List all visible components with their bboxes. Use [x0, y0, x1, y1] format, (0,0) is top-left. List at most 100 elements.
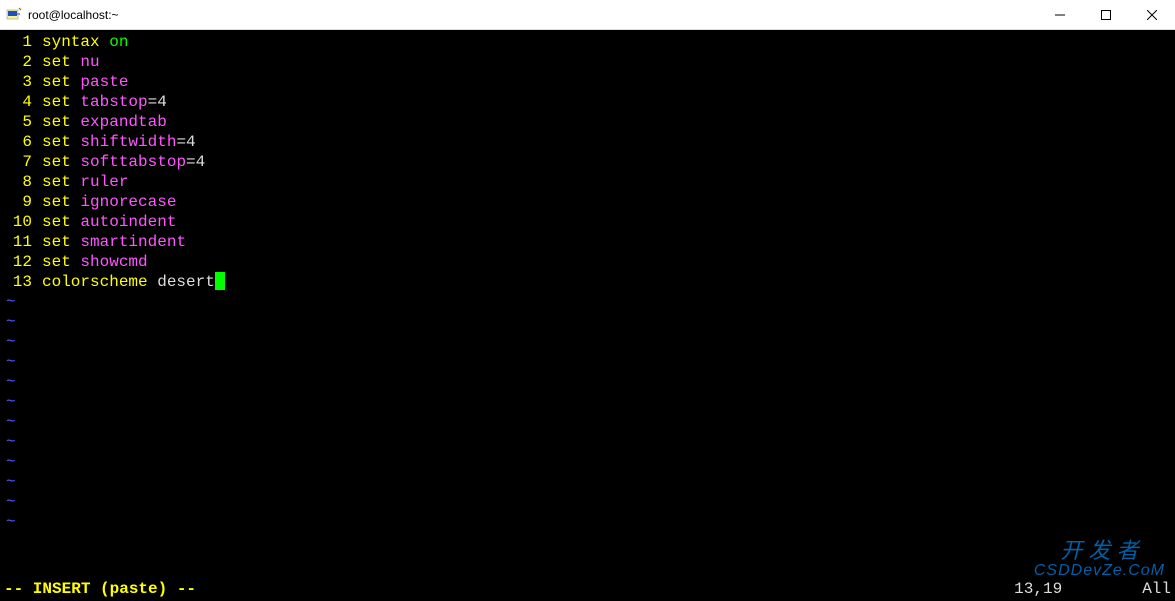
line-number: 4	[4, 92, 32, 112]
empty-line: ~	[4, 412, 1171, 432]
token: set	[42, 112, 71, 132]
vim-statusbar: -- INSERT (paste) -- 13,19 All	[4, 579, 1171, 599]
line-number: 5	[4, 112, 32, 132]
token: =4	[176, 132, 195, 152]
code-line[interactable]: 1 syntax on	[4, 32, 1171, 52]
empty-line: ~	[4, 512, 1171, 532]
code-line[interactable]: 7 set softtabstop=4	[4, 152, 1171, 172]
tilde-icon: ~	[6, 432, 16, 452]
token	[71, 132, 81, 152]
token: on	[109, 32, 128, 52]
window-titlebar: root@localhost:~	[0, 0, 1175, 30]
token: set	[42, 152, 71, 172]
editor-content[interactable]: 1syntax on2set nu3set paste4set tabstop=…	[4, 32, 1171, 292]
tilde-icon: ~	[6, 292, 16, 312]
tilde-icon: ~	[6, 492, 16, 512]
tilde-icon: ~	[6, 452, 16, 472]
window-title: root@localhost:~	[28, 8, 119, 22]
code-line[interactable]: 3set paste	[4, 72, 1171, 92]
status-right: 13,19 All	[1014, 579, 1171, 599]
terminal-area[interactable]: 1syntax on2set nu3set paste4set tabstop=…	[0, 30, 1175, 601]
token	[71, 92, 81, 112]
code-line[interactable]: 2 set nu	[4, 52, 1171, 72]
titlebar-left: root@localhost:~	[0, 7, 119, 23]
token: set	[42, 92, 71, 112]
token: showcmd	[80, 252, 147, 272]
tilde-icon: ~	[6, 352, 16, 372]
minimize-button[interactable]	[1037, 0, 1083, 30]
line-number: 9	[4, 192, 32, 212]
code-line[interactable]: 10set autoindent	[4, 212, 1171, 232]
tilde-icon: ~	[6, 512, 16, 532]
token: tabstop	[80, 92, 147, 112]
code-line[interactable]: 4 set tabstop=4	[4, 92, 1171, 112]
line-number: 3	[4, 72, 32, 92]
token	[71, 232, 81, 252]
token	[100, 32, 110, 52]
code-line[interactable]: 12 set showcmd	[4, 252, 1171, 272]
token: =4	[186, 152, 205, 172]
empty-line: ~	[4, 312, 1171, 332]
token: set	[42, 252, 71, 272]
line-number: 11	[4, 232, 32, 252]
line-number: 13	[4, 272, 32, 292]
code-line[interactable]: 8set ruler	[4, 172, 1171, 192]
token	[71, 52, 81, 72]
token	[71, 72, 81, 92]
line-number: 1	[4, 32, 32, 52]
token: nu	[80, 52, 99, 72]
token: expandtab	[80, 112, 166, 132]
line-number: 8	[4, 172, 32, 192]
line-number: 6	[4, 132, 32, 152]
token: syntax	[42, 32, 100, 52]
token: softtabstop	[80, 152, 186, 172]
tilde-icon: ~	[6, 312, 16, 332]
line-number: 7	[4, 152, 32, 172]
line-number: 12	[4, 252, 32, 272]
empty-line: ~	[4, 432, 1171, 452]
tilde-icon: ~	[6, 392, 16, 412]
empty-line: ~	[4, 452, 1171, 472]
empty-line: ~	[4, 292, 1171, 312]
code-line[interactable]: 11 set smartindent	[4, 232, 1171, 252]
maximize-button[interactable]	[1083, 0, 1129, 30]
line-number: 2	[4, 52, 32, 72]
empty-line: ~	[4, 352, 1171, 372]
token: ruler	[80, 172, 128, 192]
empty-line: ~	[4, 392, 1171, 412]
titlebar-right	[1037, 0, 1175, 30]
empty-line: ~	[4, 472, 1171, 492]
cursor-position: 13,19	[1014, 579, 1062, 599]
watermark-cn: 开 发 者	[1034, 541, 1165, 561]
token: =4	[148, 92, 167, 112]
token	[71, 252, 81, 272]
tilde-icon: ~	[6, 372, 16, 392]
token: set	[42, 52, 71, 72]
code-line[interactable]: 13 colorscheme desert	[4, 272, 1171, 292]
token: autoindent	[80, 212, 176, 232]
token: ignorecase	[80, 192, 176, 212]
code-line[interactable]: 6 set shiftwidth=4	[4, 132, 1171, 152]
code-line[interactable]: 9set ignorecase	[4, 192, 1171, 212]
token: set	[42, 212, 71, 232]
token: colorscheme	[42, 272, 148, 292]
token	[71, 172, 81, 192]
token: set	[42, 232, 71, 252]
empty-lines: ~~~~~~~~~~~~	[4, 292, 1171, 532]
vim-mode: -- INSERT (paste) --	[4, 579, 196, 599]
token: set	[42, 132, 71, 152]
token: set	[42, 72, 71, 92]
token: shiftwidth	[80, 132, 176, 152]
token: smartindent	[80, 232, 186, 252]
token	[71, 152, 81, 172]
tilde-icon: ~	[6, 412, 16, 432]
empty-line: ~	[4, 372, 1171, 392]
empty-line: ~	[4, 492, 1171, 512]
code-line[interactable]: 5 set expandtab	[4, 112, 1171, 132]
scroll-indicator: All	[1142, 579, 1171, 599]
tilde-icon: ~	[6, 472, 16, 492]
cursor	[215, 272, 225, 290]
empty-line: ~	[4, 332, 1171, 352]
close-button[interactable]	[1129, 0, 1175, 30]
token: desert	[148, 272, 215, 292]
